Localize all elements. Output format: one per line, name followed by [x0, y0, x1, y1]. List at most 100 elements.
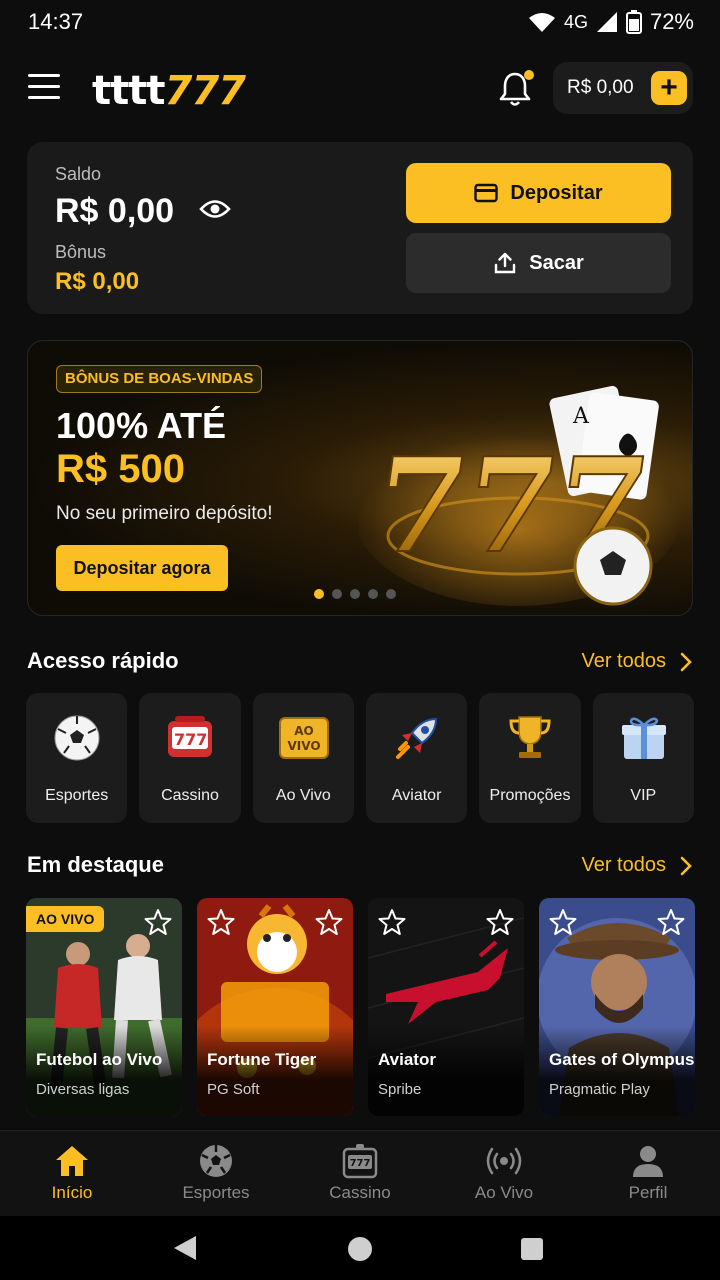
- quick-access-list: Esportes 777 Cassino AO VIVO Ao Vivo Avia…: [26, 693, 694, 823]
- carousel-dot[interactable]: [386, 589, 396, 599]
- quick-item-aviator[interactable]: Aviator: [365, 693, 468, 823]
- chevron-right-icon: [680, 652, 692, 671]
- quick-access-see-all[interactable]: Ver todos: [581, 650, 692, 673]
- banner-amount: R$ 500: [56, 447, 185, 491]
- game-card-gates-of-olympus[interactable]: Gates of Olympus Pragmatic Play: [539, 898, 695, 1116]
- star-icon[interactable]: [486, 908, 514, 936]
- notification-dot: [524, 70, 534, 80]
- quick-item-label: Aviator: [391, 787, 442, 804]
- home-circle-icon[interactable]: [347, 1236, 373, 1262]
- quick-access-title: Acesso rápido: [27, 648, 179, 673]
- featured-title: Em destaque: [27, 852, 164, 877]
- app-header: tttt777 R$ 0,00 +: [0, 62, 720, 118]
- banner-tag: BÔNUS DE BOAS-VINDAS: [56, 365, 263, 393]
- back-icon[interactable]: [172, 1234, 198, 1262]
- game-title: Fortune Tiger: [207, 1050, 317, 1069]
- nav-item-perfil[interactable]: Perfil: [576, 1131, 720, 1216]
- trophy-icon: [509, 716, 551, 758]
- banner-777-illustration: A 777: [358, 385, 683, 606]
- bonus-label: Bônus: [55, 242, 107, 262]
- game-card-fortune-tiger[interactable]: Fortune Tiger PG Soft: [197, 898, 353, 1116]
- featured-see-all[interactable]: Ver todos: [581, 854, 692, 877]
- soccer-ball-icon: [200, 1145, 232, 1177]
- svg-text:777: 777: [350, 1158, 371, 1169]
- status-time: 14:37: [28, 9, 84, 34]
- saldo-value: R$ 0,00: [55, 192, 175, 230]
- slot-machine-icon: 777: [342, 1144, 378, 1179]
- carousel-dots[interactable]: [314, 589, 396, 599]
- logo-text-part2: 777: [164, 68, 245, 114]
- banner-title: 100% ATÉ: [56, 405, 227, 446]
- game-card-aviator[interactable]: Aviator Spribe: [368, 898, 524, 1116]
- quick-item-ao-vivo[interactable]: AO VIVO Ao Vivo: [252, 693, 354, 823]
- add-funds-button[interactable]: +: [651, 71, 687, 105]
- signal-icon: [596, 12, 617, 32]
- star-icon[interactable]: [207, 908, 235, 936]
- card-gradient: [539, 1026, 695, 1116]
- saldo-label: Saldo: [55, 164, 102, 184]
- star-icon[interactable]: [144, 908, 172, 936]
- nav-item-inicio[interactable]: Início: [0, 1131, 144, 1216]
- quick-item-promocoes[interactable]: Promoções: [479, 693, 581, 823]
- bonus-value: R$ 0,00: [55, 268, 140, 295]
- game-title: Aviator: [378, 1050, 436, 1069]
- quick-item-vip[interactable]: VIP: [592, 693, 694, 823]
- chevron-right-icon: [680, 856, 692, 875]
- battery-icon: [625, 10, 642, 34]
- star-icon[interactable]: [315, 908, 343, 936]
- game-provider: Pragmatic Play: [549, 1081, 650, 1098]
- card-gradient: [368, 1026, 524, 1116]
- svg-text:VIVO: VIVO: [287, 739, 320, 753]
- live-badge-icon: AOVIVO: [278, 717, 329, 759]
- see-all-label: Ver todos: [581, 854, 666, 876]
- gift-icon: [621, 717, 666, 759]
- game-card-futebol[interactable]: AO VIVO Futebol ao Vivo Diversas ligas: [26, 898, 182, 1116]
- withdraw-button[interactable]: Sacar: [406, 233, 671, 293]
- nav-item-esportes[interactable]: Esportes: [144, 1131, 288, 1216]
- brand-logo[interactable]: tttt777: [92, 68, 246, 114]
- quick-item-cassino[interactable]: 777 Cassino: [139, 693, 241, 823]
- carousel-dot[interactable]: [314, 589, 324, 599]
- nav-item-cassino[interactable]: 777 Cassino: [288, 1131, 432, 1216]
- card-gradient: [26, 1026, 182, 1116]
- bottom-navigation: Início Esportes 777 Cassino Ao Vivo Perf…: [0, 1130, 720, 1216]
- quick-item-label: Cassino: [161, 787, 219, 804]
- header-balance[interactable]: R$ 0,00 +: [553, 62, 693, 114]
- deposit-now-button[interactable]: Depositar agora: [56, 545, 228, 591]
- quick-item-esportes[interactable]: Esportes: [26, 693, 128, 823]
- card-gradient: [197, 1026, 353, 1116]
- game-provider: Diversas ligas: [36, 1081, 130, 1098]
- svg-text:777: 777: [174, 730, 207, 749]
- promo-banner[interactable]: BÔNUS DE BOAS-VINDAS 100% ATÉ R$ 500 No …: [27, 340, 693, 616]
- game-title: Gates of Olympus: [549, 1050, 695, 1069]
- broadcast-icon: [486, 1147, 522, 1175]
- network-type: 4G: [563, 11, 588, 32]
- carousel-dot[interactable]: [368, 589, 378, 599]
- game-provider: Spribe: [378, 1081, 422, 1098]
- card-icon: [474, 183, 499, 203]
- star-icon[interactable]: [549, 908, 577, 936]
- see-all-label: Ver todos: [581, 650, 666, 672]
- deposit-button[interactable]: Depositar: [406, 163, 671, 223]
- star-icon[interactable]: [378, 908, 406, 936]
- quick-item-label: Esportes: [45, 787, 109, 804]
- carousel-dot[interactable]: [332, 589, 342, 599]
- notification-bell-icon[interactable]: [498, 70, 534, 110]
- deposit-label: Depositar: [510, 181, 603, 204]
- game-title: Futebol ao Vivo: [36, 1050, 163, 1069]
- nav-label: Cassino: [329, 1183, 391, 1202]
- home-icon: [56, 1146, 88, 1176]
- featured-list: AO VIVO Futebol ao Vivo Diversas ligas F…: [26, 898, 720, 1118]
- status-icons: 4G 72%: [528, 9, 694, 35]
- star-icon[interactable]: [657, 908, 685, 936]
- hamburger-menu-icon[interactable]: [28, 74, 64, 104]
- recents-icon[interactable]: [520, 1237, 544, 1261]
- nav-item-ao-vivo[interactable]: Ao Vivo: [432, 1131, 576, 1216]
- wallet-card: Saldo R$ 0,00 Bônus R$ 0,00 Depositar Sa…: [27, 142, 693, 314]
- header-balance-value: R$ 0,00: [567, 77, 634, 98]
- battery-level: 72%: [649, 9, 694, 34]
- logo-text-part1: tttt: [92, 68, 165, 114]
- soccer-ball-icon: [54, 715, 100, 761]
- eye-icon[interactable]: [199, 198, 231, 220]
- carousel-dot[interactable]: [350, 589, 360, 599]
